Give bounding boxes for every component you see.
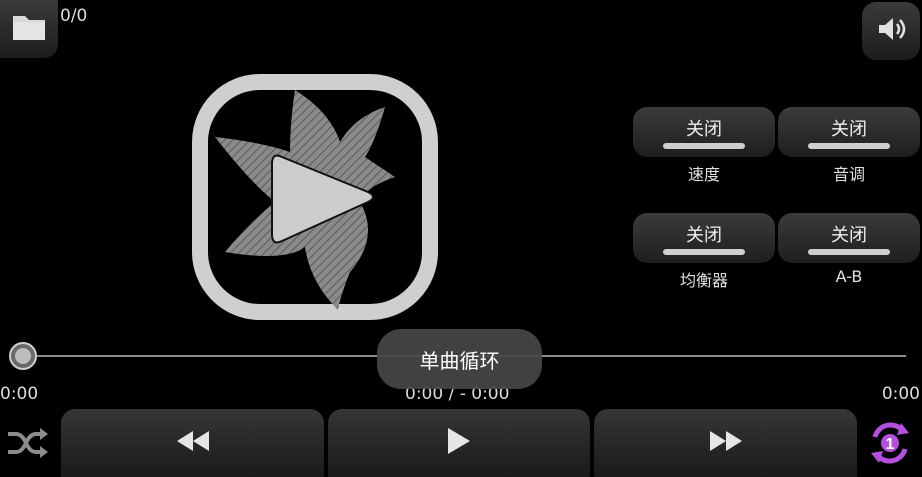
pitch-caption: 音调 — [832, 165, 865, 184]
speed-toggle-state: 关闭 — [686, 119, 722, 140]
pitch-toggle-group: 关闭 音调 — [778, 107, 920, 185]
speed-toggle-bar — [663, 143, 745, 149]
ab-toggle-group: 关闭 A-B — [778, 213, 920, 286]
equalizer-toggle-state: 关闭 — [686, 225, 722, 246]
ab-toggle[interactable]: 关闭 — [778, 213, 920, 263]
play-button[interactable] — [328, 409, 590, 477]
repeat-mode-toast: 单曲循环 — [377, 329, 542, 389]
ab-caption: A-B — [835, 267, 863, 286]
folder-icon — [11, 12, 47, 46]
seek-thumb[interactable] — [9, 342, 37, 370]
equalizer-caption: 均衡器 — [679, 271, 728, 290]
pitch-toggle-state: 关闭 — [831, 119, 867, 140]
rewind-icon — [175, 429, 211, 457]
equalizer-toggle-group: 关闭 均衡器 — [633, 213, 775, 291]
elapsed-time: 0:00 — [0, 384, 39, 404]
volume-button[interactable] — [862, 2, 920, 60]
rewind-button[interactable] — [61, 409, 324, 477]
repeat-one-button[interactable]: 1 — [862, 420, 918, 470]
equalizer-toggle-bar — [663, 249, 745, 255]
volume-icon — [875, 13, 907, 49]
fast-forward-icon — [708, 429, 744, 457]
duration-time: 0:00 — [881, 384, 920, 404]
open-folder-button[interactable] — [0, 0, 58, 58]
player-screen: 0/0 关闭 速度 关闭 音调 关闭 均衡器 关闭 A-B 0:00 0:00 … — [0, 0, 922, 477]
shuffle-button[interactable] — [0, 420, 56, 470]
pitch-toggle[interactable]: 关闭 — [778, 107, 920, 157]
ab-toggle-bar — [808, 249, 890, 255]
fast-forward-button[interactable] — [594, 409, 857, 477]
svg-text:1: 1 — [886, 436, 895, 453]
equalizer-toggle[interactable]: 关闭 — [633, 213, 775, 263]
speed-caption: 速度 — [687, 165, 720, 184]
track-counter: 0/0 — [60, 6, 88, 26]
play-icon — [446, 426, 472, 460]
album-art — [190, 72, 440, 322]
speed-toggle[interactable]: 关闭 — [633, 107, 775, 157]
pitch-toggle-bar — [808, 143, 890, 149]
shuffle-icon — [6, 426, 50, 464]
ab-toggle-state: 关闭 — [831, 225, 867, 246]
repeat-one-icon: 1 — [865, 419, 915, 471]
speed-toggle-group: 关闭 速度 — [633, 107, 775, 185]
